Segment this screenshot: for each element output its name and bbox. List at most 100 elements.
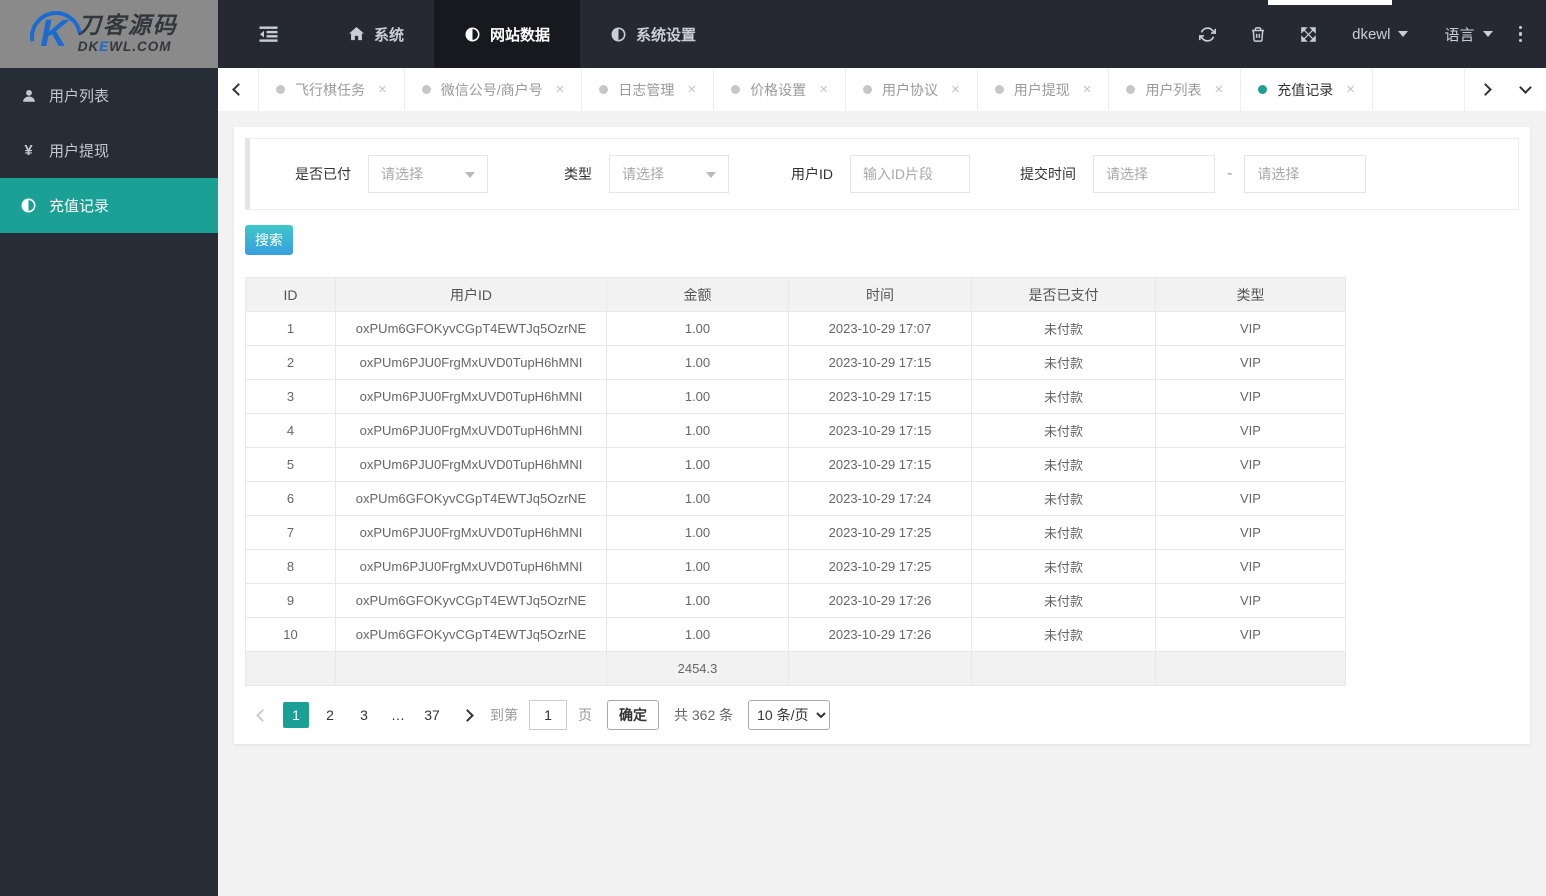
page-number[interactable]: … xyxy=(385,702,411,728)
brand-name: 刀客源码 xyxy=(77,12,178,39)
nav-menu-item[interactable]: 网站数据 xyxy=(434,0,581,68)
table-row: 6 oxPUm6GFOKyvCGpT4EWTJq5OzrNE 1.00 2023… xyxy=(245,481,1346,516)
brand-domain: DKEWL.COM xyxy=(77,39,172,55)
main-menu: 系统 网站数据 系统设置 xyxy=(218,0,726,68)
time-filter-label: 提交时间 xyxy=(1020,166,1076,182)
tab-close-icon[interactable]: × xyxy=(819,81,828,98)
column-header: 类型 xyxy=(1155,277,1346,312)
page-number[interactable]: 1 xyxy=(283,702,309,728)
page-number[interactable]: 2 xyxy=(317,702,343,728)
tab-label: 用户列表 xyxy=(1145,81,1202,98)
cell-paid-status: 未付款 xyxy=(971,311,1156,346)
table-row: 10 oxPUm6GFOKyvCGpT4EWTJq5OzrNE 1.00 202… xyxy=(245,617,1346,652)
column-header: 是否已支付 xyxy=(971,277,1156,312)
user-dropdown[interactable]: dkewl xyxy=(1352,25,1409,43)
tab[interactable]: 微信公号/商户号 × xyxy=(405,68,583,111)
tab-close-icon[interactable]: × xyxy=(951,81,960,98)
column-header: 时间 xyxy=(788,277,972,312)
page-number[interactable]: 37 xyxy=(419,702,445,728)
table-row: 5 oxPUm6PJU0FrgMxUVD0TupH6hMNI 1.00 2023… xyxy=(245,447,1346,482)
adjust-icon xyxy=(464,27,481,42)
paid-select[interactable]: 请选择 xyxy=(368,155,488,193)
goto-label: 到第 xyxy=(490,707,518,723)
cell-type: VIP xyxy=(1155,549,1346,584)
tab[interactable]: 用户列表 × xyxy=(1109,68,1242,111)
tab-close-icon[interactable]: × xyxy=(1214,81,1223,98)
sidebar-item[interactable]: 用户列表 xyxy=(0,68,218,123)
time-from-input[interactable] xyxy=(1093,155,1215,193)
cell-id: 1 xyxy=(245,311,336,346)
tab[interactable]: 用户提现 × xyxy=(978,68,1110,111)
page-size-select[interactable]: 10 条/页 xyxy=(748,700,831,730)
cell-type: VIP xyxy=(1155,413,1346,448)
tab-close-icon[interactable]: × xyxy=(687,81,696,98)
tab-status-dot xyxy=(862,85,872,94)
tab-status-dot xyxy=(599,85,609,94)
sidebar-item[interactable]: ¥ 用户提现 xyxy=(0,123,218,178)
cell-userid: oxPUm6PJU0FrgMxUVD0TupH6hMNI xyxy=(335,549,607,584)
userid-input[interactable] xyxy=(850,155,970,193)
tab[interactable]: 飞行棋任务 × xyxy=(259,68,405,111)
more-options-icon[interactable] xyxy=(1518,25,1522,43)
cell-paid-status: 未付款 xyxy=(971,583,1156,618)
tabs-scroll-right-button[interactable] xyxy=(1464,68,1505,111)
tabs-menu-button[interactable] xyxy=(1505,68,1546,111)
caret-down-icon xyxy=(1482,31,1493,37)
confirm-button[interactable]: 确定 xyxy=(607,700,659,730)
tabs-scroll-left-button[interactable] xyxy=(218,68,259,111)
tab[interactable]: 价格设置 × xyxy=(714,68,846,111)
cell-amount: 1.00 xyxy=(606,379,789,414)
cell-id: 2 xyxy=(245,345,336,380)
sidebar-item[interactable]: 充值记录 xyxy=(0,178,218,233)
tab-close-icon[interactable]: × xyxy=(1083,81,1092,98)
sidebar: 用户列表 ¥ 用户提现 充值记录 xyxy=(0,68,218,896)
goto-page-input[interactable] xyxy=(529,700,567,730)
recharge-records-card: 是否已付 请选择 类型 请选择 用户ID 输入ID片段 提交时间 请选择 - 请… xyxy=(234,127,1530,744)
collapse-menu-icon[interactable] xyxy=(218,0,318,68)
search-button[interactable]: 搜索 xyxy=(245,225,293,255)
records-table: ID 用户ID 金额 时间 是否已支付 类型 1 oxPUm6GFOKyvCGpT4EWT… xyxy=(245,277,1346,686)
cell-type: VIP xyxy=(1155,515,1346,550)
cell-time: 2023-10-29 17:15 xyxy=(788,413,972,448)
cell-type: VIP xyxy=(1155,617,1346,652)
nav-menu-item[interactable]: 系统设置 xyxy=(580,0,726,68)
tab[interactable]: 日志管理 × xyxy=(582,68,715,111)
nav-menu-item[interactable]: 系统 xyxy=(318,0,434,68)
cell-userid: oxPUm6GFOKyvCGpT4EWTJq5OzrNE xyxy=(335,617,607,652)
page-number[interactable]: 3 xyxy=(351,702,377,728)
cell-userid: oxPUm6GFOKyvCGpT4EWTJq5OzrNE xyxy=(335,583,607,618)
cell-type: VIP xyxy=(1155,345,1346,380)
trash-icon[interactable] xyxy=(1250,26,1266,43)
cell-userid: oxPUm6PJU0FrgMxUVD0TupH6hMNI xyxy=(335,345,607,380)
username: dkewl xyxy=(1352,25,1391,43)
home-icon xyxy=(348,27,365,41)
cell-paid-status: 未付款 xyxy=(971,515,1156,550)
sidebar-item-label: 用户列表 xyxy=(49,88,110,105)
tab[interactable]: 充值记录 × xyxy=(1241,68,1374,111)
tab-status-dot xyxy=(421,85,431,94)
prev-page-button[interactable] xyxy=(256,708,269,722)
tab[interactable]: 用户协议 × xyxy=(846,68,978,111)
language-dropdown[interactable]: 语言 xyxy=(1444,24,1493,45)
yen-icon: ¥ xyxy=(24,142,33,159)
refresh-icon[interactable] xyxy=(1199,26,1217,43)
tab-label: 微信公号/商户号 xyxy=(440,81,543,98)
tab-status-dot xyxy=(994,85,1004,94)
next-page-button[interactable] xyxy=(461,708,474,722)
fullscreen-icon[interactable] xyxy=(1300,26,1317,43)
pagination: 1 2 3 … 37 到第 页 确定 xyxy=(245,695,1519,735)
filter-time: 提交时间 - xyxy=(1020,155,1367,193)
tab-close-icon[interactable]: × xyxy=(1346,81,1355,98)
cell-time: 2023-10-29 17:25 xyxy=(788,549,972,584)
adjust-icon xyxy=(20,198,37,213)
cell-id: 8 xyxy=(245,549,336,584)
cell-userid: oxPUm6GFOKyvCGpT4EWTJq5OzrNE xyxy=(335,481,607,516)
filter-type: 类型 请选择 xyxy=(564,155,729,193)
total-amount: 2454.3 xyxy=(606,651,789,686)
tab-status-dot xyxy=(276,85,285,94)
tab-close-icon[interactable]: × xyxy=(378,81,387,98)
type-select[interactable]: 请选择 xyxy=(609,155,729,193)
tab-close-icon[interactable]: × xyxy=(556,81,565,98)
time-to-input[interactable] xyxy=(1244,155,1367,193)
table-row: 4 oxPUm6PJU0FrgMxUVD0TupH6hMNI 1.00 2023… xyxy=(245,413,1346,448)
